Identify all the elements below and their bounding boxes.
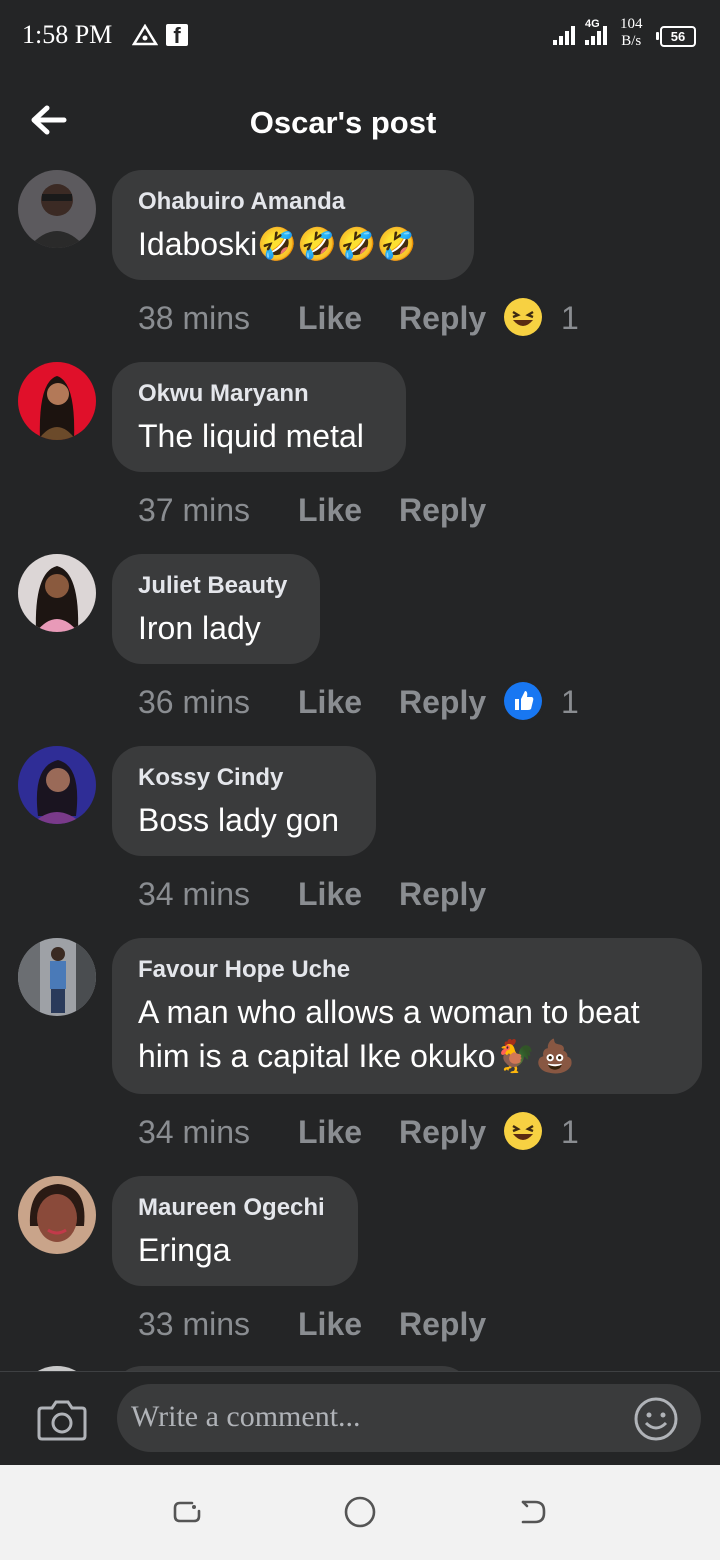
comment-time[interactable]: 33 mins [138, 1304, 250, 1344]
status-bar: 1:58 PM f 4G 104 B/s 56 [0, 0, 720, 70]
reply-button[interactable]: Reply [399, 874, 486, 914]
signal-icon [553, 26, 575, 45]
app-header: Oscar's post [0, 70, 720, 170]
reply-button[interactable]: Reply [399, 1112, 486, 1152]
reaction-count[interactable]: 1 [561, 298, 579, 338]
comment-text: The liquid metal [138, 418, 364, 454]
haha-reaction-icon[interactable] [504, 1112, 542, 1150]
page-title: Oscar's post [249, 105, 437, 140]
avatar-image [18, 362, 96, 440]
avatar[interactable] [18, 554, 96, 632]
reply-button[interactable]: Reply [399, 490, 486, 530]
comment-time[interactable]: 37 mins [138, 490, 250, 530]
like-button[interactable]: Like [298, 1304, 362, 1344]
comment-author[interactable]: Kossy Cindy [138, 764, 350, 792]
avatar[interactable] [18, 746, 96, 824]
battery-icon: 56 [656, 26, 696, 47]
comment-text: Eringa [138, 1232, 231, 1268]
comment-text: Iron lady [138, 610, 261, 646]
network-speed: 104 B/s [620, 16, 643, 50]
comment-time[interactable]: 36 mins [138, 682, 250, 722]
avatar-image [18, 746, 96, 824]
comment-time[interactable]: 38 mins [138, 298, 250, 338]
comment-input[interactable]: Write a comment... [117, 1384, 701, 1452]
thumbs-up-reaction-icon[interactable] [504, 682, 542, 720]
comment-composer: Write a comment... [0, 1371, 720, 1466]
back-icon[interactable] [515, 1495, 549, 1529]
avatar-image [18, 938, 96, 1016]
comment-actions: 38 mins Like Reply 1 [138, 298, 598, 338]
reply-button[interactable]: Reply [399, 298, 486, 338]
comment-text: Idaboski🤣🤣🤣🤣 [138, 226, 417, 262]
comment-bubble[interactable]: Maureen Ogechi Eringa [112, 1176, 358, 1286]
home-icon[interactable] [343, 1495, 377, 1529]
comment-author[interactable]: Okwu Maryann [138, 380, 380, 408]
comment-bubble[interactable]: Favour Hope Uche A man who allows a woma… [112, 938, 702, 1094]
speed-unit: B/s [621, 33, 642, 49]
comment-time[interactable]: 34 mins [138, 1112, 250, 1152]
system-nav-bar [0, 1465, 720, 1560]
comment-actions: 36 mins Like Reply 1 [138, 682, 598, 722]
comment-actions: 37 mins Like Reply [138, 490, 518, 530]
comment-bubble[interactable]: Okwu Maryann The liquid metal [112, 362, 406, 472]
emoji-icon[interactable] [633, 1396, 679, 1442]
reaction-count[interactable]: 1 [561, 682, 579, 722]
comment-actions: 34 mins Like Reply 1 [138, 1112, 598, 1152]
comment-bubble[interactable]: Ohabuiro Amanda Idaboski🤣🤣🤣🤣 [112, 170, 474, 280]
reaction-count[interactable]: 1 [561, 1112, 579, 1152]
reply-button[interactable]: Reply [399, 1304, 486, 1344]
comment-author[interactable]: Ohabuiro Amanda [138, 188, 448, 216]
like-button[interactable]: Like [298, 682, 362, 722]
avatar[interactable] [18, 938, 96, 1016]
comment-author[interactable]: Juliet Beauty [138, 572, 294, 600]
comment-actions: 34 mins Like Reply [138, 874, 518, 914]
avatar-image [18, 1176, 96, 1254]
avatar[interactable] [18, 170, 96, 248]
comment-bubble[interactable]: Kossy Cindy Boss lady gon [112, 746, 376, 856]
haha-reaction-icon[interactable] [504, 298, 542, 336]
like-button[interactable]: Like [298, 490, 362, 530]
reply-button[interactable]: Reply [399, 682, 486, 722]
facebook-icon: f [166, 24, 188, 48]
like-button[interactable]: Like [298, 298, 362, 338]
avatar[interactable] [18, 1176, 96, 1254]
camera-icon[interactable] [36, 1396, 88, 1442]
comment-text: A man who allows a woman to beat him is … [138, 994, 640, 1074]
like-button[interactable]: Like [298, 874, 362, 914]
avatar[interactable] [18, 362, 96, 440]
like-button[interactable]: Like [298, 1112, 362, 1152]
recent-apps-icon[interactable] [170, 1495, 204, 1529]
comment-author[interactable]: Favour Hope Uche [138, 956, 676, 984]
comment-author[interactable]: Maureen Ogechi [138, 1194, 332, 1222]
comment-text: Boss lady gon [138, 802, 340, 838]
status-time: 1:58 PM [22, 20, 113, 49]
comment-bubble[interactable]: Juliet Beauty Iron lady [112, 554, 320, 664]
avatar-image [18, 170, 96, 248]
comment-input-placeholder: Write a comment... [131, 1400, 361, 1433]
comment-actions: 33 mins Like Reply [138, 1304, 518, 1344]
avatar-image [18, 554, 96, 632]
speed-value: 104 [620, 16, 643, 32]
signal-icon-2 [585, 26, 607, 45]
comment-time[interactable]: 34 mins [138, 874, 250, 914]
alert-triangle-icon [132, 24, 158, 46]
